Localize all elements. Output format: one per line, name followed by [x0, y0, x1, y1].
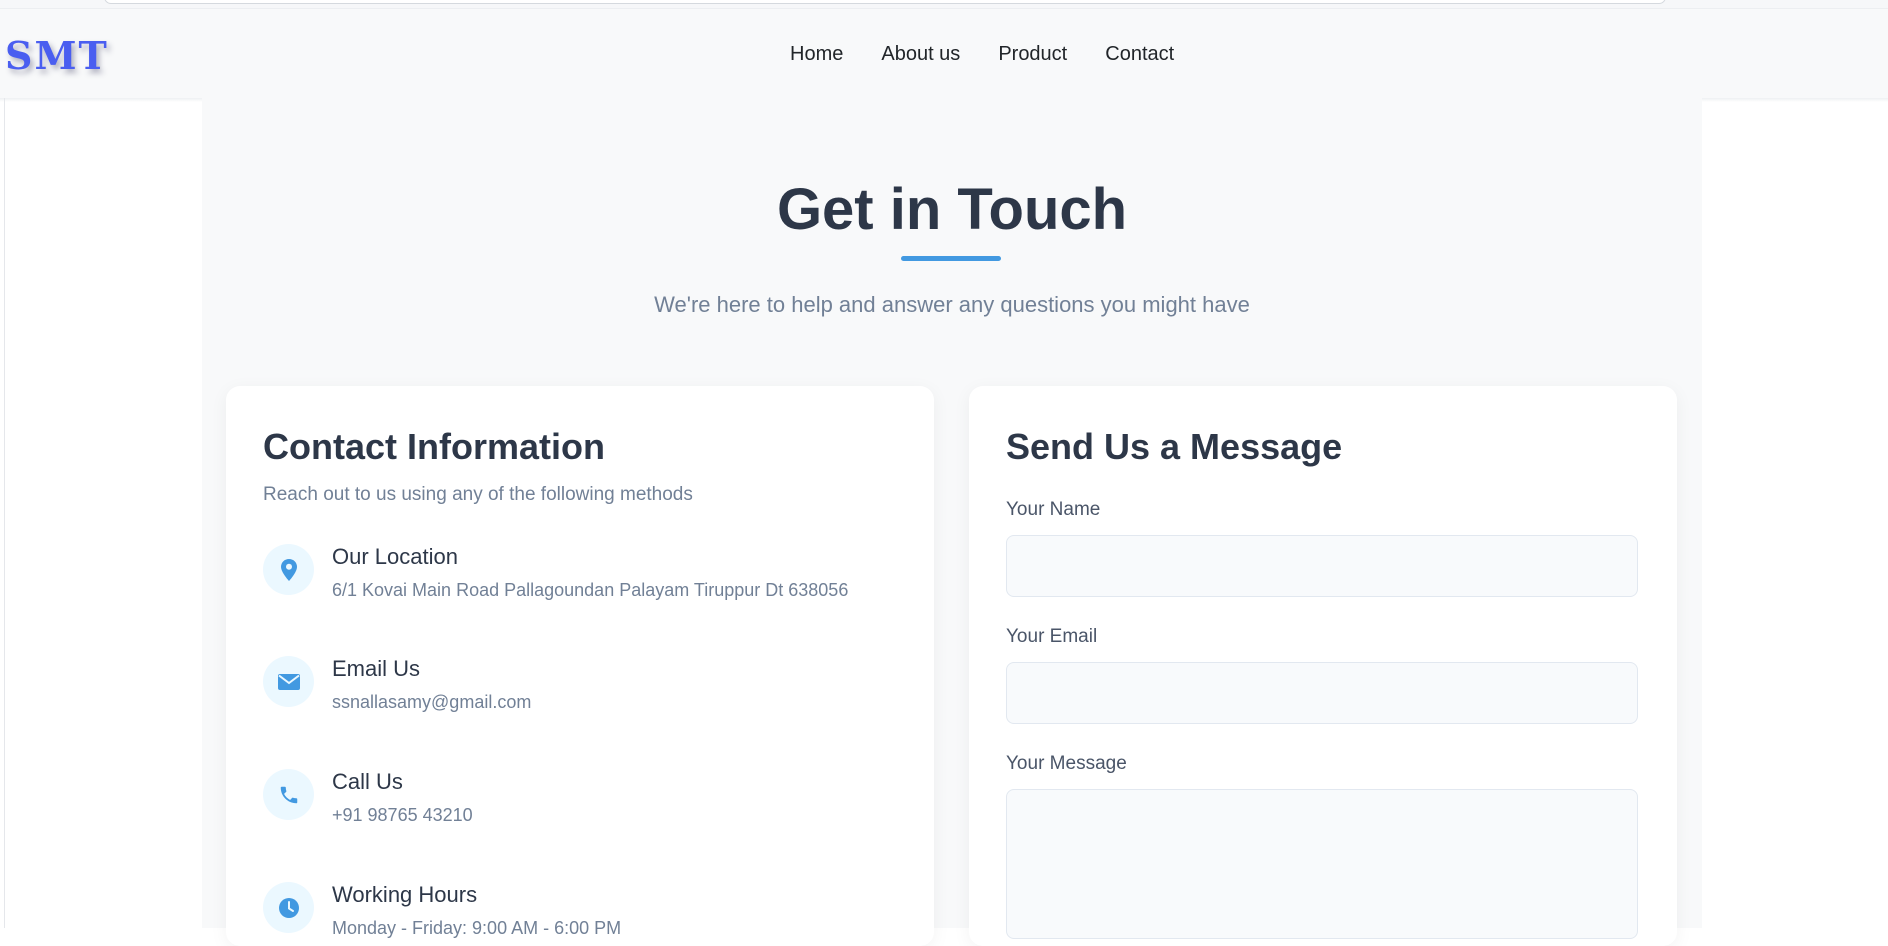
title-underline [901, 256, 1001, 261]
info-title: Our Location [332, 544, 458, 569]
info-text: Monday - Friday: 9:00 AM - 6:00 PM [332, 918, 622, 938]
nav-link-about[interactable]: About us [881, 43, 960, 66]
message-form-title: Send Us a Message [1006, 426, 1343, 467]
nav-link-home[interactable]: Home [790, 43, 843, 66]
message-textarea[interactable] [1006, 789, 1638, 939]
name-label: Your Name [1006, 499, 1101, 520]
contact-info-title: Contact Information [263, 426, 605, 467]
clock-icon [263, 882, 314, 933]
nav-link-product[interactable]: Product [998, 43, 1067, 66]
contact-info-description: Reach out to us using any of the followi… [263, 484, 693, 505]
info-item-email: Email Us ssnallasamy@gmail.com [263, 656, 903, 716]
email-input[interactable] [1006, 662, 1638, 724]
info-item-location: Our Location 6/1 Kovai Main Road Pallago… [263, 544, 903, 604]
location-pin-icon [263, 544, 314, 595]
info-title: Call Us [332, 769, 403, 794]
contact-info-card: Contact Information Reach out to us usin… [226, 386, 934, 946]
info-item-phone: Call Us +91 98765 43210 [263, 769, 903, 829]
info-text[interactable]: ssnallasamy@gmail.com [332, 692, 531, 713]
envelope-icon [263, 656, 314, 707]
info-item-hours: Working Hours Monday - Friday: 9:00 AM -… [263, 882, 903, 942]
page-title: Get in Touch [776, 177, 1128, 242]
info-text[interactable]: +91 98765 43210 [332, 805, 473, 826]
info-text: 6/1 Kovai Main Road Pallagoundan Palayam… [332, 580, 849, 600]
page: SMT Home About us Product Contact Get in… [0, 0, 1888, 946]
contact-section: Get in Touch We're here to help and answ… [202, 98, 1702, 946]
message-form-card: Send Us a Message Your Name Your Email Y… [969, 386, 1677, 946]
address-bar[interactable] [104, 0, 1666, 4]
name-input[interactable] [1006, 535, 1638, 597]
message-label: Your Message [1006, 753, 1127, 774]
navbar: SMT Home About us Product Contact [0, 8, 1888, 98]
logo[interactable]: SMT [5, 33, 109, 78]
email-label: Your Email [1006, 626, 1098, 647]
info-title: Email Us [332, 656, 421, 681]
phone-icon [263, 769, 314, 820]
nav-link-contact[interactable]: Contact [1105, 43, 1174, 66]
page-subtitle: We're here to help and answer any questi… [654, 292, 1250, 317]
page-edge-divider [4, 98, 5, 928]
nav-links: Home About us Product Contact [790, 43, 1174, 66]
info-title: Working Hours [332, 882, 478, 907]
browser-top-strip [0, 0, 1888, 8]
